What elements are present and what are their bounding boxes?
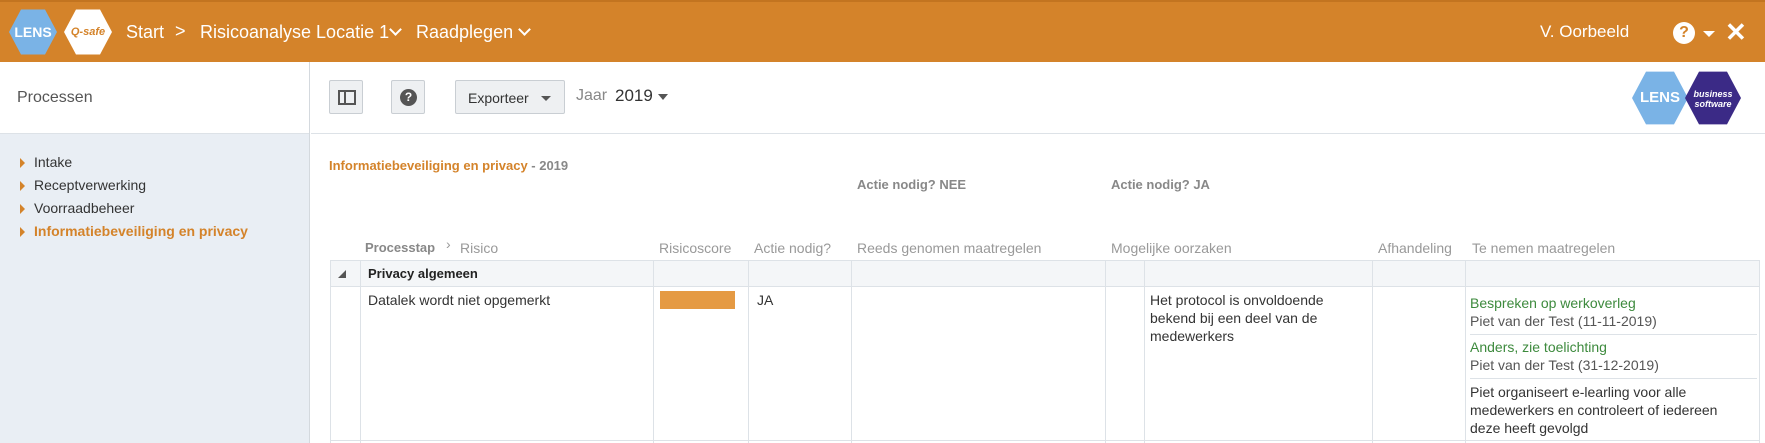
- divider: [1372, 260, 1373, 443]
- oorzaak-line: medewerkers: [1150, 328, 1235, 344]
- divider: [1144, 260, 1145, 443]
- column-mogelijke-oorzaken[interactable]: Mogelijke oorzaken: [1111, 240, 1232, 256]
- top-bar: LENS Q-safe Start > Risicoanalyse Locati…: [0, 0, 1765, 62]
- toelichting-line: Piet organiseert e-learling voor alle: [1470, 384, 1687, 400]
- chevron-right-icon: ›: [446, 236, 451, 252]
- risk-table: Privacy algemeen Datalek wordt niet opge…: [330, 260, 1760, 443]
- sidebar-item-receptverwerking[interactable]: Receptverwerking: [0, 177, 309, 200]
- maatregel-owner: Piet van der Test (11-11-2019): [1470, 313, 1657, 329]
- sidebar-item-label: Voorraadbeheer: [34, 200, 135, 216]
- maatregel-item[interactable]: Bespreken op werkoverleg Piet van der Te…: [1470, 294, 1657, 330]
- divider: [1470, 378, 1757, 379]
- help-icon[interactable]: ?: [1673, 22, 1695, 44]
- breadcrumb-raadplegen[interactable]: Raadplegen: [416, 22, 513, 43]
- year-label: Jaar: [576, 87, 608, 104]
- page-title: Informatiebeveiliging en privacy - 2019: [329, 158, 568, 173]
- divider: [653, 260, 654, 443]
- logo-line: business: [1693, 89, 1733, 99]
- divider: [748, 260, 749, 443]
- lens-logo[interactable]: LENS: [9, 9, 57, 55]
- user-menu[interactable]: V. Oorbeeld: [1540, 22, 1629, 42]
- chevron-down-icon[interactable]: [389, 23, 402, 36]
- column-risicoscore[interactable]: Risicoscore: [659, 240, 731, 256]
- column-processtap[interactable]: Processtap: [365, 240, 435, 255]
- oorzaak-line: Het protocol is onvoldoende: [1150, 292, 1324, 308]
- logo-line: software: [1694, 99, 1732, 109]
- oorzaak-line: bekend bij een deel van de: [1150, 310, 1318, 326]
- sidebar-title: Processen: [0, 62, 309, 134]
- divider: [1470, 334, 1757, 335]
- column-reeds-genomen[interactable]: Reeds genomen maatregelen: [857, 240, 1041, 256]
- caret-down-icon: [541, 96, 551, 101]
- collapse-triangle-icon[interactable]: [338, 270, 346, 278]
- question-icon: ?: [400, 89, 417, 106]
- qsafe-logo[interactable]: Q-safe: [64, 9, 112, 55]
- divider: [851, 260, 852, 443]
- toolbar: ? Exporteer Jaar 2019 LENS business soft…: [311, 62, 1765, 134]
- sidebar-item-informatiebeveiliging[interactable]: Informatiebeveiliging en privacy: [0, 223, 309, 246]
- sidebar-item-label: Informatiebeveiliging en privacy: [34, 223, 248, 239]
- caret-down-icon[interactable]: [1703, 31, 1715, 37]
- sidebar-item-label: Intake: [34, 154, 73, 170]
- maatregel-title-link[interactable]: Bespreken op werkoverleg: [1470, 294, 1657, 312]
- maatregel-owner: Piet van der Test (31-12-2019): [1470, 357, 1659, 373]
- lens-brand-logo: LENS: [1632, 71, 1688, 125]
- sidebar: Processen Intake Receptverwerking Voorra…: [0, 62, 310, 443]
- close-icon[interactable]: ✕: [1725, 17, 1747, 48]
- maatregel-item[interactable]: Anders, zie toelichting Piet van der Tes…: [1470, 338, 1659, 374]
- category-label: Privacy algemeen: [368, 266, 478, 281]
- breadcrumb-start[interactable]: Start: [126, 22, 164, 43]
- divider: [330, 440, 1760, 441]
- column-te-nemen[interactable]: Te nemen maatregelen: [1472, 240, 1615, 256]
- page-title-year: - 2019: [527, 158, 569, 173]
- export-button[interactable]: Exporteer: [455, 80, 565, 114]
- toelichting-text: Piet organiseert e-learling voor alle me…: [1470, 383, 1717, 437]
- year-select[interactable]: 2019: [615, 86, 653, 106]
- sidebar-item-voorraadbeheer[interactable]: Voorraadbeheer: [0, 200, 309, 223]
- divider: [1759, 260, 1760, 443]
- divider: [330, 260, 331, 443]
- divider: [330, 286, 1760, 287]
- divider: [1465, 260, 1466, 443]
- page-title-text: Informatiebeveiliging en privacy: [329, 158, 528, 173]
- column-actie-nodig[interactable]: Actie nodig?: [754, 240, 831, 256]
- business-software-logo: business software: [1685, 71, 1741, 125]
- chevron-down-icon[interactable]: [518, 23, 531, 36]
- divider: [330, 260, 1760, 261]
- oorzaak-text: Het protocol is onvoldoende bekend bij e…: [1150, 291, 1324, 345]
- maatregel-title-link[interactable]: Anders, zie toelichting: [1470, 338, 1659, 356]
- actie-nodig-value: JA: [757, 292, 774, 308]
- sidebar-item-label: Receptverwerking: [34, 177, 147, 193]
- group-header-ja: Actie nodig? JA: [1111, 177, 1210, 192]
- export-label: Exporteer: [468, 90, 529, 106]
- toggle-panel-button[interactable]: [329, 80, 363, 114]
- process-list: Intake Receptverwerking Voorraadbeheer I…: [0, 134, 309, 246]
- help-button[interactable]: ?: [391, 80, 425, 114]
- column-risico[interactable]: Risico: [460, 240, 498, 256]
- group-header-nee: Actie nodig? NEE: [857, 177, 967, 192]
- risk-score-bar: [660, 291, 735, 309]
- category-row[interactable]: Privacy algemeen: [330, 260, 1760, 286]
- sidebar-item-intake[interactable]: Intake: [0, 154, 309, 177]
- divider: [1105, 260, 1106, 443]
- column-afhandeling[interactable]: Afhandeling: [1378, 240, 1452, 256]
- toelichting-line: deze heeft gevolgd: [1470, 420, 1589, 436]
- panel-icon: [338, 90, 356, 105]
- risk-name[interactable]: Datalek wordt niet opgemerkt: [368, 291, 550, 309]
- breadcrumb-risicoanalyse[interactable]: Risicoanalyse Locatie 1: [200, 22, 389, 43]
- toelichting-line: medewerkers en controleert of iedereen: [1470, 402, 1718, 418]
- divider: [360, 260, 361, 443]
- breadcrumb-separator-icon: >: [175, 21, 186, 41]
- caret-down-icon[interactable]: [658, 94, 668, 100]
